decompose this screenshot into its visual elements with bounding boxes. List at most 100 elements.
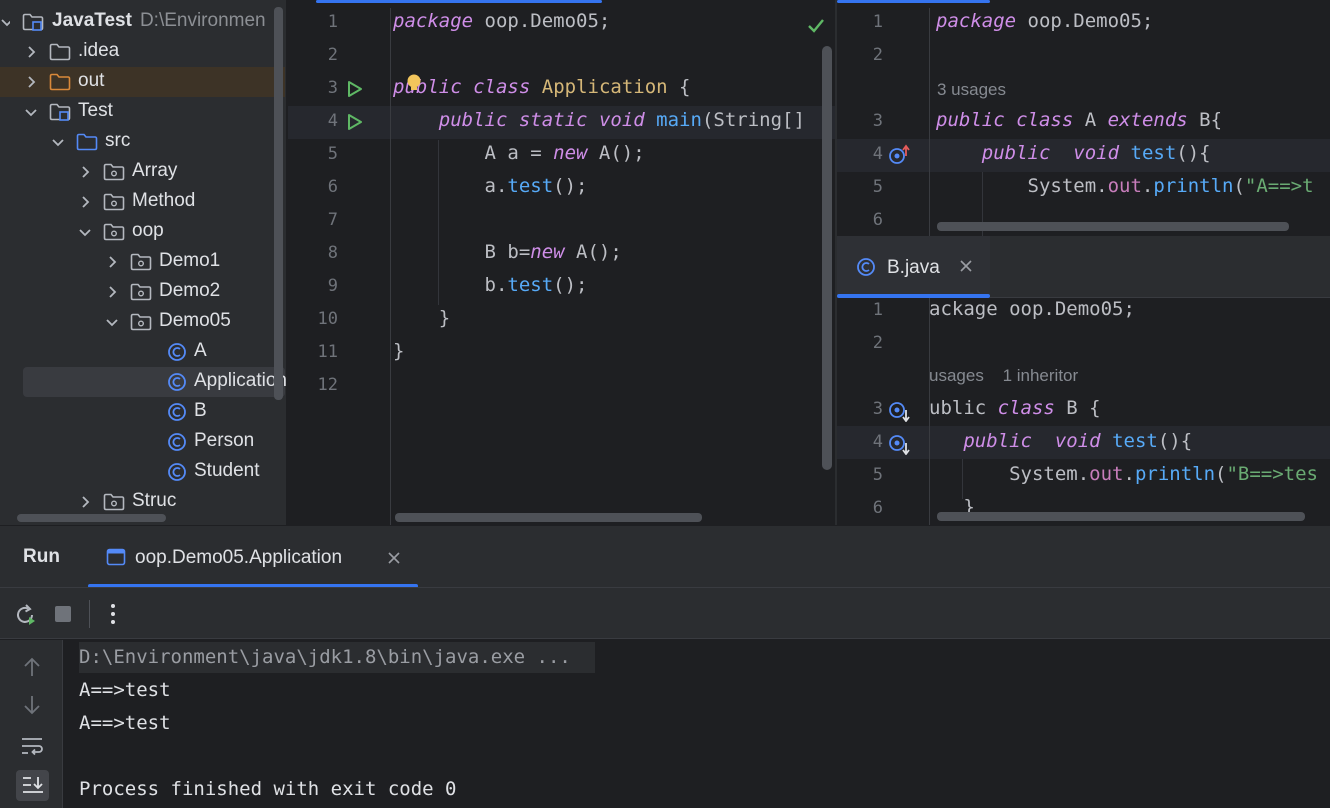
run-toolbar <box>0 587 1330 639</box>
package-icon <box>130 253 152 271</box>
code-token: oop.Demo05; <box>1016 10 1154 32</box>
inheritor-hint[interactable]: 1 inheritor <box>1003 366 1079 385</box>
implemented-method-icon[interactable] <box>887 399 911 423</box>
code-line: B b=new A(); <box>393 241 622 263</box>
tree-item-src[interactable]: src <box>0 127 286 157</box>
tree-item-test[interactable]: Test <box>0 97 286 127</box>
chevron-down-icon[interactable] <box>78 225 92 239</box>
tree-item-out[interactable]: out <box>0 67 285 97</box>
chevron-right-icon[interactable] <box>105 255 119 269</box>
chevron-right-icon[interactable] <box>78 495 92 509</box>
run-config-tab[interactable]: oop.Demo05.Application <box>88 526 418 588</box>
code-line: public static void main(String[] <box>393 109 805 131</box>
line-number: 1 <box>327 12 338 32</box>
editor-horizontal-scrollbar[interactable] <box>937 222 1289 231</box>
implemented-method-icon[interactable] <box>887 432 911 456</box>
tree-item-label: out <box>78 70 105 91</box>
chevron-down-icon[interactable] <box>24 105 38 119</box>
tree-item-struc[interactable]: Struc <box>0 487 286 517</box>
overrides-method-icon[interactable] <box>887 143 911 167</box>
line-number: 3 <box>327 78 338 98</box>
chevron-down-icon[interactable] <box>0 15 10 29</box>
tree-item-demo1[interactable]: Demo1 <box>0 247 286 277</box>
package-icon <box>130 313 152 331</box>
tree-item-demo2[interactable]: Demo2 <box>0 277 286 307</box>
line-number: 5 <box>872 465 883 485</box>
rerun-icon[interactable] <box>12 602 38 628</box>
console-line: D:\Environment\java\jdk1.8\bin\java.exe … <box>79 646 571 668</box>
editor-horizontal-scrollbar[interactable] <box>395 513 702 522</box>
tab-b-java[interactable]: B.java <box>837 236 990 298</box>
code-token: A a = <box>393 142 554 164</box>
code-token: println <box>1153 175 1234 197</box>
scroll-to-end-icon[interactable] <box>16 770 49 801</box>
code-token: A <box>1073 109 1108 131</box>
editor-application[interactable]: 1 2 3 4 5 6 7 8 9 10 11 12 package oop.Demo05; publi… <box>288 0 835 525</box>
class-icon <box>167 402 187 422</box>
tree-item-demo05[interactable]: Demo05 <box>0 307 286 337</box>
tree-root-javatest[interactable]: JavaTest D:\Environmen <box>0 7 286 37</box>
close-tab-icon[interactable] <box>958 258 974 274</box>
gutter-divider <box>390 8 391 525</box>
editor-vertical-scrollbar[interactable] <box>822 46 832 470</box>
usages-hint[interactable]: usages <box>929 366 984 385</box>
code-token: A(); <box>587 142 645 164</box>
usages-hint[interactable]: 3 usages <box>937 80 1006 100</box>
line-number: 9 <box>327 276 338 296</box>
more-options-icon[interactable] <box>102 602 124 626</box>
chevron-down-icon[interactable] <box>51 135 65 149</box>
tree-item-label: Demo2 <box>159 280 221 301</box>
code-token: class <box>997 397 1055 419</box>
chevron-right-icon[interactable] <box>105 285 119 299</box>
tree-item-idea[interactable]: .idea <box>0 37 286 67</box>
code-token: void <box>1073 142 1120 164</box>
code-token: new <box>530 241 565 263</box>
tree-item-application[interactable]: Application <box>23 367 286 397</box>
tree-vertical-scrollbar[interactable] <box>274 7 283 400</box>
close-tab-icon[interactable] <box>386 550 402 566</box>
intention-bulb-icon[interactable] <box>403 72 425 94</box>
tree-item-label: Array <box>132 160 178 181</box>
code-token: . <box>1123 463 1135 485</box>
tree-item-student[interactable]: Student <box>0 457 286 487</box>
tree-item-method[interactable]: Method <box>0 187 286 217</box>
line-number: 5 <box>327 144 338 164</box>
tree-item-a[interactable]: A <box>0 337 286 367</box>
tree-item-array[interactable]: Array <box>0 157 286 187</box>
code-token: ( <box>1215 463 1227 485</box>
tree-item-b[interactable]: B <box>0 397 286 427</box>
code-token: } <box>393 307 451 329</box>
chevron-right-icon[interactable] <box>78 195 92 209</box>
code-token: A(); <box>564 241 622 263</box>
chevron-down-icon[interactable] <box>105 315 119 329</box>
down-arrow-icon[interactable] <box>20 693 44 717</box>
tree-item-label: Demo1 <box>159 250 221 271</box>
code-token: test <box>1130 142 1177 164</box>
run-gutter-icon[interactable] <box>343 78 365 100</box>
run-gutter-icon[interactable] <box>343 111 365 133</box>
soft-wrap-icon[interactable] <box>19 734 45 758</box>
indent-guide <box>962 459 963 499</box>
line-number: 5 <box>872 177 883 197</box>
line-number: 8 <box>327 243 338 263</box>
line-number: 2 <box>872 45 883 65</box>
editor-tab-bar: B.java <box>837 236 1330 298</box>
editor-horizontal-scrollbar[interactable] <box>937 512 1305 521</box>
console-output[interactable]: D:\Environment\java\jdk1.8\bin\java.exe … <box>63 640 1330 808</box>
code-token: test <box>1112 430 1158 452</box>
tree-item-person[interactable]: Person <box>0 427 286 457</box>
tree-horizontal-scrollbar[interactable] <box>17 514 166 522</box>
editor-a[interactable]: 1 2 3 4 5 6 3 usages package oop.Demo05; publi… <box>837 0 1330 236</box>
tree-item-oop[interactable]: oop <box>0 217 286 247</box>
console-side-toolbar <box>0 640 63 808</box>
up-arrow-icon[interactable] <box>20 655 44 679</box>
editor-b[interactable]: 1 2 3 4 5 6 usages 1 inheritor ackage oop.Dem… <box>837 298 1330 525</box>
chevron-right-icon[interactable] <box>24 45 38 59</box>
inspection-ok-icon[interactable] <box>804 14 828 38</box>
chevron-right-icon[interactable] <box>78 165 92 179</box>
excluded-folder-icon <box>49 73 71 91</box>
run-tool-window-header: Run oop.Demo05.Application <box>0 525 1330 588</box>
stop-icon[interactable] <box>52 603 74 625</box>
chevron-right-icon[interactable] <box>24 75 38 89</box>
